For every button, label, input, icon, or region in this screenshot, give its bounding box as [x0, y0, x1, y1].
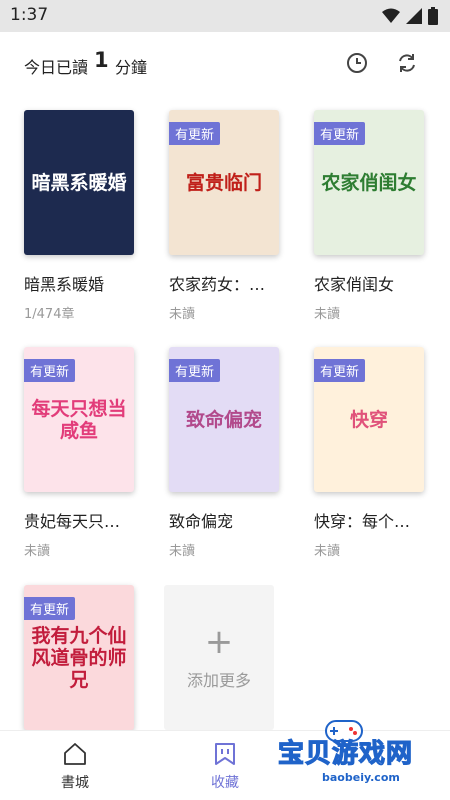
book-title: 农家俏闺女: [314, 275, 395, 294]
book-title: 致命偏宠: [169, 512, 234, 531]
book-cover[interactable]: 致命偏宠 有更新: [169, 347, 279, 492]
history-button[interactable]: [344, 50, 370, 76]
book-status: 未讀: [314, 307, 341, 322]
book-cover[interactable]: 每天只想当咸鱼 有更新: [24, 347, 134, 492]
today-read-count: 1: [94, 48, 109, 72]
home-icon: [64, 743, 86, 765]
book-item[interactable]: 每天只想当咸鱼 有更新 贵妃每天只… 未讀: [24, 347, 136, 559]
book-title: 农家药女：…: [169, 275, 266, 294]
cover-title: 富贵临门: [185, 171, 262, 194]
refresh-button[interactable]: [394, 50, 420, 76]
book-status: 未讀: [169, 307, 196, 322]
cover-title: 我有九个仙风道骨的师兄: [31, 624, 127, 691]
reading-header: 今日已讀 1 分鐘: [0, 32, 450, 94]
battery-icon: [428, 7, 438, 29]
book-cover[interactable]: 暗黑系暖婚: [24, 110, 134, 255]
book-item[interactable]: 快穿 有更新 快穿：每个… 未讀: [314, 347, 426, 559]
book-cover[interactable]: 富贵临门 有更新: [169, 110, 279, 255]
nav-collection-label: 收藏: [211, 775, 239, 791]
update-badge: 有更新: [314, 359, 366, 382]
book-cover[interactable]: 我有九个仙风道骨的师兄 有更新: [24, 585, 134, 730]
book-title: 暗黑系暖婚: [24, 275, 105, 294]
update-badge: 有更新: [314, 122, 366, 145]
cover-title: 致命偏宠: [185, 408, 262, 431]
book-progress: 1/474章: [24, 307, 75, 322]
nav-collection[interactable]: 收藏: [185, 741, 265, 792]
add-more-button[interactable]: + 添加更多: [164, 585, 274, 730]
book-title: 贵妃每天只…: [24, 512, 121, 531]
book-item[interactable]: 暗黑系暖婚 暗黑系暖婚 1/474章: [24, 110, 136, 322]
watermark: 宝贝游戏网 baobeiy.com: [272, 715, 442, 795]
update-badge: 有更新: [24, 597, 76, 620]
add-more-label: 添加更多: [186, 670, 251, 690]
book-cover[interactable]: 快穿 有更新: [314, 347, 424, 492]
status-icons: [382, 7, 438, 29]
status-bar: 1:37: [0, 0, 450, 32]
update-badge: 有更新: [24, 359, 76, 382]
book-status: 未讀: [24, 544, 51, 559]
plus-icon: +: [204, 621, 234, 662]
status-time: 1:37: [10, 5, 49, 25]
cover-title: 农家俏闺女: [321, 171, 417, 194]
cover-art: 暗黑系暖婚: [24, 110, 134, 255]
watermark-title: 宝贝游戏网: [277, 738, 414, 769]
book-item[interactable]: 致命偏宠 有更新 致命偏宠 未讀: [169, 347, 281, 559]
update-badge: 有更新: [169, 122, 221, 145]
book-item[interactable]: 我有九个仙风道骨的师兄 有更新: [24, 585, 136, 730]
book-item[interactable]: 富贵临门 有更新 农家药女：… 未讀: [169, 110, 281, 322]
book-item[interactable]: 农家俏闺女 有更新 农家俏闺女 未讀: [314, 110, 426, 322]
refresh-icon: [399, 54, 415, 72]
wifi-icon: [382, 8, 400, 28]
nav-bookstore[interactable]: 書城: [35, 741, 115, 792]
book-status: 未讀: [169, 544, 196, 559]
book-title: 快穿：每个…: [314, 512, 411, 531]
watermark-url: baobeiy.com: [322, 771, 400, 784]
signal-icon: [406, 8, 422, 28]
cover-title: 暗黑系暖婚: [31, 171, 127, 194]
today-read-label: 今日已讀: [24, 58, 89, 77]
clock-icon: [347, 53, 367, 73]
bookmark-icon: [215, 743, 235, 765]
book-status: 未讀: [314, 544, 341, 559]
cover-title: 每天只想当咸鱼: [31, 397, 127, 442]
cover-title: 快穿: [349, 408, 388, 431]
nav-bookstore-label: 書城: [61, 775, 89, 791]
today-read-unit: 分鐘: [115, 58, 148, 77]
update-badge: 有更新: [169, 359, 221, 382]
book-cover[interactable]: 农家俏闺女 有更新: [314, 110, 424, 255]
